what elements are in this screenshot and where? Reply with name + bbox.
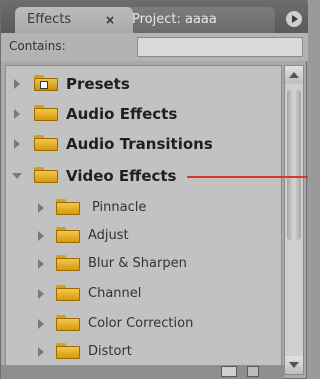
folder-icon — [56, 199, 80, 215]
tree-item-label: Audio Transitions — [66, 135, 213, 153]
expand-triangle-icon[interactable] — [36, 203, 46, 213]
expand-triangle-icon[interactable] — [36, 231, 46, 241]
tab-close-icon[interactable]: × — [105, 7, 115, 33]
tree-item-label: Distort — [88, 344, 132, 359]
folder-icon — [56, 343, 80, 359]
scroll-thumb[interactable] — [287, 90, 301, 240]
vertical-scrollbar[interactable] — [284, 65, 304, 375]
tab-effects-label: Effects — [27, 12, 72, 27]
folder-icon — [56, 227, 80, 243]
expand-triangle-icon[interactable] — [36, 347, 46, 357]
scroll-up-arrow-icon[interactable] — [285, 66, 303, 84]
panel-bottom-bar — [1, 365, 284, 379]
tab-project[interactable]: Project: aaaa — [119, 7, 275, 33]
tree-item-label: Audio Effects — [66, 105, 178, 123]
callout-line — [187, 176, 308, 178]
expand-triangle-icon[interactable] — [36, 259, 46, 269]
tree-item-label: Blur & Sharpen — [88, 256, 187, 271]
expand-triangle-icon[interactable] — [12, 79, 22, 89]
tab-project-label: Project: aaaa — [132, 12, 217, 27]
expand-triangle-icon[interactable] — [36, 319, 46, 329]
tree-item-label: Pinnacle — [92, 200, 147, 215]
contains-search-input[interactable] — [137, 37, 303, 57]
folder-icon — [34, 135, 58, 151]
expand-triangle-icon[interactable] — [36, 289, 46, 299]
folder-icon — [56, 285, 80, 301]
preset-folder-icon — [34, 75, 58, 91]
tree-item-label: Adjust — [88, 228, 129, 243]
folder-icon — [56, 255, 80, 271]
tree-item-label: Presets — [66, 75, 130, 93]
new-bin-icon[interactable] — [221, 366, 237, 377]
expand-triangle-icon[interactable] — [12, 109, 22, 119]
collapse-triangle-icon[interactable] — [12, 171, 22, 181]
trash-icon[interactable] — [247, 366, 259, 377]
tab-bar: Project: aaaa Effects × — [1, 1, 308, 33]
expand-triangle-icon[interactable] — [12, 139, 22, 149]
folder-icon — [34, 105, 58, 121]
contains-label: Contains: — [9, 39, 66, 53]
tree-item-label: Color Correction — [88, 316, 194, 331]
contains-row: Contains: — [1, 33, 308, 61]
scroll-down-arrow-icon[interactable] — [285, 356, 303, 374]
tab-effects[interactable]: Effects × — [15, 7, 133, 33]
tree-item-label: Video Effects — [66, 167, 177, 185]
effects-panel: Project: aaaa Effects × Contains: Preset… — [0, 0, 308, 379]
effects-tree: Presets Audio Effects Audio Transitions … — [5, 65, 282, 367]
tree-item-label: Channel — [88, 286, 142, 301]
panel-menu-icon[interactable] — [286, 11, 302, 27]
folder-icon — [56, 315, 80, 331]
folder-icon — [34, 167, 58, 183]
